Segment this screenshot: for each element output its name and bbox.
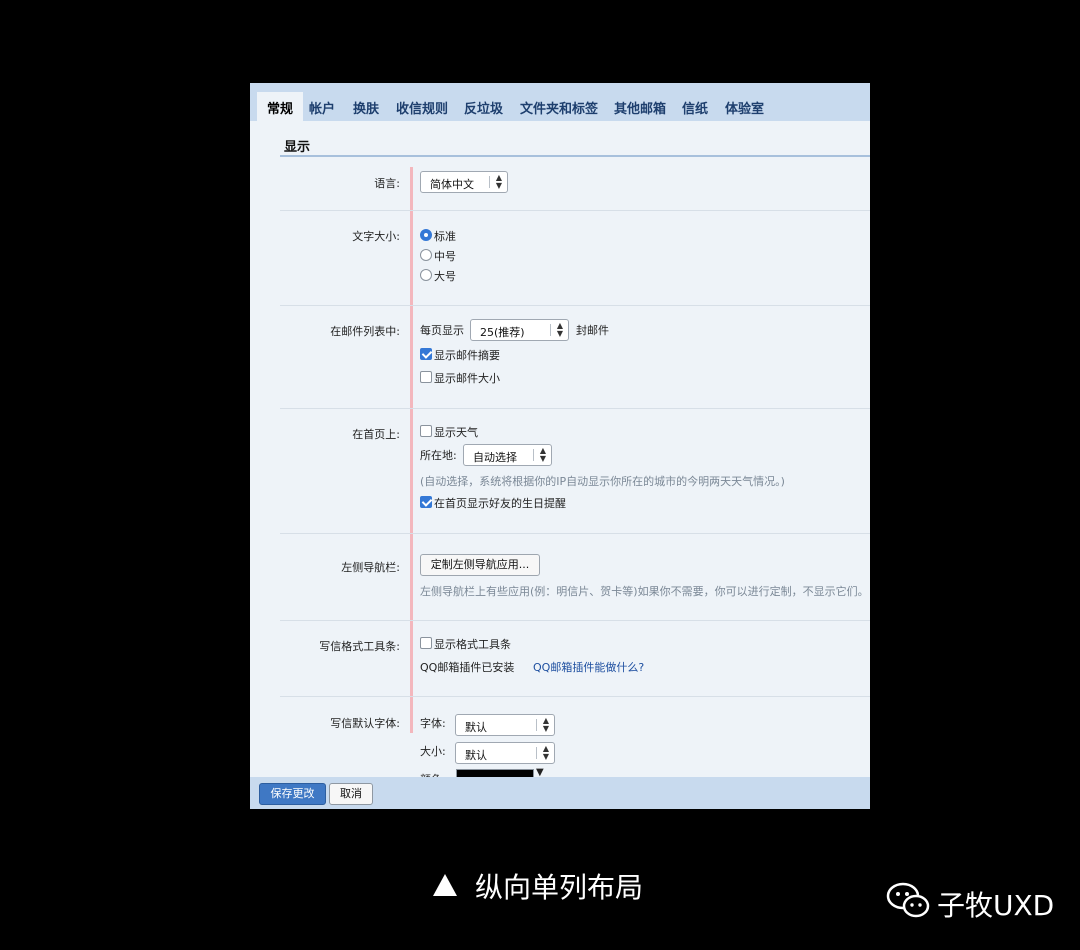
chevron-updown-icon: ▲ ▼ bbox=[556, 321, 563, 338]
show-size-label: 显示邮件大小 bbox=[434, 372, 500, 385]
caption-triangle-icon bbox=[433, 874, 457, 896]
customize-left-nav-button[interactable]: 定制左侧导航应用... bbox=[420, 554, 540, 576]
row-divider bbox=[280, 408, 870, 409]
chevron-updown-icon: ▲ ▼ bbox=[539, 446, 546, 463]
section-title: 显示 bbox=[284, 140, 311, 155]
show-summary-checkbox[interactable] bbox=[420, 348, 432, 360]
tab-lab[interactable]: 体验室 bbox=[725, 92, 764, 121]
section-divider bbox=[280, 155, 870, 157]
tab-anti-spam[interactable]: 反垃圾 bbox=[464, 92, 503, 121]
toolbar-label: 写信格式工具条: bbox=[319, 640, 400, 653]
tab-stationery[interactable]: 信纸 bbox=[682, 92, 708, 121]
show-weather-checkbox[interactable] bbox=[420, 425, 432, 437]
left-nav-label: 左侧导航栏: bbox=[341, 561, 400, 574]
watermark-text: 子牧UXD bbox=[937, 889, 1055, 922]
font-size-label: 文字大小: bbox=[352, 230, 400, 243]
tab-skin[interactable]: 换肤 bbox=[353, 92, 379, 121]
guide-line bbox=[410, 167, 413, 733]
language-value: 简体中文 bbox=[430, 178, 474, 191]
tab-other-mailbox[interactable]: 其他邮箱 bbox=[614, 92, 666, 121]
wechat-icon bbox=[886, 882, 930, 918]
home-label: 在首页上: bbox=[352, 428, 400, 441]
birthday-reminder-checkbox[interactable] bbox=[420, 496, 432, 508]
font-size-option-label: 中号 bbox=[434, 250, 456, 263]
font-size-select-label: 大小: bbox=[420, 745, 446, 758]
cancel-button[interactable]: 取消 bbox=[329, 783, 373, 805]
settings-tab-bar: 常规 帐户 换肤 收信规则 反垃圾 文件夹和标签 其他邮箱 信纸 体验室 bbox=[250, 83, 870, 121]
mail-list-label: 在邮件列表中: bbox=[330, 325, 400, 338]
font-size-standard-radio[interactable] bbox=[420, 229, 432, 241]
per-page-suffix: 封邮件 bbox=[576, 324, 609, 337]
left-nav-note: 左侧导航栏上有些应用(例：明信片、贺卡等)如果你不需要，你可以进行定制，不显示它… bbox=[420, 585, 869, 598]
tab-receive-rules[interactable]: 收信规则 bbox=[396, 92, 448, 121]
show-summary-label: 显示邮件摘要 bbox=[434, 349, 500, 362]
tab-general[interactable]: 常规 bbox=[257, 92, 304, 121]
chevron-updown-icon: ▲ ▼ bbox=[542, 716, 549, 733]
font-size-value: 默认 bbox=[465, 749, 487, 762]
show-toolbar-label: 显示格式工具条 bbox=[434, 638, 511, 651]
tab-folders-labels[interactable]: 文件夹和标签 bbox=[520, 92, 598, 121]
chevron-updown-icon: ▲ ▼ bbox=[542, 744, 549, 761]
show-weather-label: 显示天气 bbox=[434, 426, 478, 439]
language-label: 语言: bbox=[374, 177, 400, 190]
select-separator bbox=[489, 176, 490, 188]
location-select[interactable]: 自动选择 ▲ ▼ bbox=[463, 444, 552, 466]
settings-window: 常规 帐户 换肤 收信规则 反垃圾 文件夹和标签 其他邮箱 信纸 体验室 显示 … bbox=[250, 83, 870, 809]
default-font-label: 写信默认字体: bbox=[330, 717, 400, 730]
font-size-option-label: 大号 bbox=[434, 270, 456, 283]
show-toolbar-checkbox[interactable] bbox=[420, 637, 432, 649]
per-page-select[interactable]: 25(推荐) ▲ ▼ bbox=[470, 319, 569, 341]
select-separator bbox=[536, 719, 537, 731]
row-divider bbox=[280, 210, 870, 211]
font-size-medium-radio[interactable] bbox=[420, 249, 432, 261]
location-label: 所在地: bbox=[420, 449, 457, 462]
location-value: 自动选择 bbox=[473, 451, 517, 464]
birthday-reminder-label: 在首页显示好友的生日提醒 bbox=[434, 497, 566, 510]
select-separator bbox=[536, 747, 537, 759]
font-size-option-label: 标准 bbox=[434, 230, 456, 243]
row-divider bbox=[280, 305, 870, 306]
font-size-large-radio[interactable] bbox=[420, 269, 432, 281]
language-select[interactable]: 简体中文 ▲ ▼ bbox=[420, 171, 508, 193]
select-separator bbox=[550, 324, 551, 336]
row-divider bbox=[280, 620, 870, 621]
select-separator bbox=[533, 449, 534, 461]
font-size-select[interactable]: 默认 ▲ ▼ bbox=[455, 742, 555, 764]
row-divider bbox=[280, 533, 870, 534]
weather-note: (自动选择，系统将根据你的IP自动显示你所在的城市的今明两天天气情况。) bbox=[420, 475, 785, 488]
per-page-prefix: 每页显示 bbox=[420, 324, 464, 337]
show-size-checkbox[interactable] bbox=[420, 371, 432, 383]
tab-account[interactable]: 帐户 bbox=[309, 92, 335, 121]
row-divider bbox=[280, 696, 870, 697]
font-family-label: 字体: bbox=[420, 717, 446, 730]
chevron-updown-icon: ▲ ▼ bbox=[495, 173, 502, 190]
plugin-status: QQ邮箱插件已安装 bbox=[420, 661, 515, 674]
font-family-select[interactable]: 默认 ▲ ▼ bbox=[455, 714, 555, 736]
plugin-info-link[interactable]: QQ邮箱插件能做什么? bbox=[533, 659, 644, 675]
save-button[interactable]: 保存更改 bbox=[259, 783, 326, 805]
font-family-value: 默认 bbox=[465, 721, 487, 734]
caption-text: 纵向单列布局 bbox=[475, 871, 644, 904]
per-page-value: 25(推荐) bbox=[480, 326, 525, 339]
action-bar: 保存更改 取消 bbox=[250, 777, 870, 809]
